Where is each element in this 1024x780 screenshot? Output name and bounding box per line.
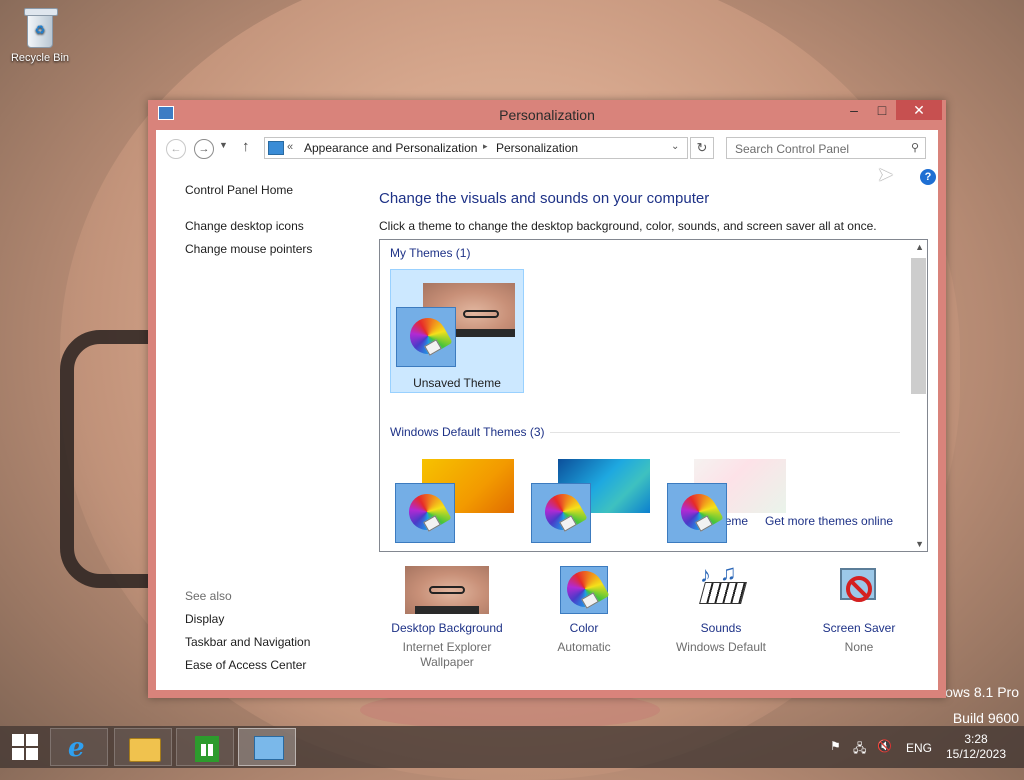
forward-button[interactable]: → — [194, 139, 214, 159]
start-icon[interactable] — [4, 732, 44, 762]
desktop-background-link[interactable]: Desktop Background — [377, 621, 517, 635]
color-setting[interactable]: Color Automatic — [514, 564, 654, 655]
see-also-header: See also — [185, 589, 232, 603]
clock-date: 15/12/2023 — [945, 747, 1007, 761]
personalization-window: Personalization – □ ✕ ← → ▼ ↑ « Appearan… — [148, 100, 946, 698]
refresh-button[interactable]: ↻ — [690, 137, 714, 159]
recycle-bin-icon: ♻ — [24, 8, 58, 48]
maximize-button[interactable]: □ — [868, 100, 896, 120]
my-themes-header[interactable]: My Themes (1) — [390, 246, 470, 260]
breadcrumb-personalization[interactable]: Personalization — [496, 141, 578, 155]
theme-tile-unsaved[interactable]: Unsaved Theme — [390, 269, 524, 393]
sounds-setting[interactable]: ♪ ♫ Sounds Windows Default — [651, 560, 791, 655]
desktop-background-thumb — [405, 566, 489, 614]
input-language-indicator[interactable]: ENG — [906, 741, 932, 755]
store-icon[interactable] — [176, 728, 234, 766]
color-swatch-icon — [395, 483, 455, 543]
color-swatch-icon — [560, 564, 610, 614]
theme-tile-flowers[interactable] — [662, 446, 796, 551]
network-icon[interactable]: 🖧 — [853, 739, 866, 760]
action-center-flag-icon[interactable]: ⚑ — [830, 739, 841, 753]
sounds-link[interactable]: Sounds — [651, 621, 791, 635]
screen-saver-setting[interactable]: Screen Saver None — [789, 566, 929, 655]
screen-saver-icon — [834, 566, 884, 614]
theme-list: My Themes (1) Unsaved Theme Save theme G… — [379, 239, 928, 552]
change-mouse-pointers-link[interactable]: Change mouse pointers — [185, 242, 312, 256]
taskbar-and-navigation-link[interactable]: Taskbar and Navigation — [185, 635, 310, 649]
scroll-up-icon[interactable]: ▲ — [915, 242, 924, 252]
color-swatch-icon — [667, 483, 727, 543]
screen-saver-value: None — [844, 640, 874, 654]
title-bar[interactable]: Personalization – □ ✕ — [148, 100, 946, 130]
desktop-icon-label: Recycle Bin — [10, 52, 70, 64]
search-box[interactable]: ⚲ — [726, 137, 926, 159]
color-link[interactable]: Color — [514, 621, 654, 635]
change-desktop-icons-link[interactable]: Change desktop icons — [185, 219, 304, 233]
chevron-down-icon[interactable]: ⌄ — [671, 141, 679, 152]
window-title: Personalization — [499, 107, 595, 123]
control-panel-icon[interactable] — [238, 728, 296, 766]
color-value: Automatic — [557, 640, 611, 654]
theme-label: Unsaved Theme — [413, 376, 501, 390]
control-panel-home-link[interactable]: Control Panel Home — [185, 183, 293, 197]
sounds-value: Windows Default — [675, 640, 767, 654]
volume-muted-icon[interactable]: 🔇 — [877, 739, 892, 753]
page-description: Click a theme to change the desktop back… — [379, 219, 877, 233]
recent-locations-chevron-icon[interactable]: ▼ — [219, 140, 228, 150]
taskbar: e ⚑ 🖧 🔇 ENG 3:28 15/12/2023 — [0, 726, 1024, 768]
group-divider — [550, 432, 900, 433]
mouse-cursor-icon: ➤ — [877, 164, 894, 186]
back-button[interactable]: ← — [166, 139, 186, 159]
desktop-icon-recycle-bin[interactable]: ♻ Recycle Bin — [6, 6, 74, 64]
clock-time: 3:28 — [964, 732, 988, 746]
clock[interactable]: 3:28 15/12/2023 — [942, 732, 1010, 762]
internet-explorer-icon[interactable]: e — [50, 728, 108, 766]
control-panel-icon — [268, 141, 284, 155]
breadcrumb-separator-icon[interactable]: ▸ — [483, 141, 488, 152]
up-button[interactable]: ↑ — [242, 138, 250, 155]
address-overflow[interactable]: « — [287, 141, 293, 153]
search-icon[interactable]: ⚲ — [911, 141, 919, 154]
ease-of-access-center-link[interactable]: Ease of Access Center — [185, 658, 306, 672]
minimize-button[interactable]: – — [840, 100, 868, 120]
color-swatch-icon — [531, 483, 591, 543]
default-themes-header[interactable]: Windows Default Themes (3) — [390, 425, 545, 439]
theme-tile-windows[interactable] — [390, 446, 524, 551]
os-watermark-edition: ows 8.1 Pro — [945, 684, 1019, 700]
address-bar[interactable]: « Appearance and Personalization ▸ Perso… — [264, 137, 688, 159]
window-client: ← → ▼ ↑ « Appearance and Personalization… — [156, 130, 938, 690]
breadcrumb-appearance[interactable]: Appearance and Personalization — [304, 141, 477, 155]
os-watermark-build: Build 9600 — [952, 710, 1019, 726]
scroll-down-icon[interactable]: ▼ — [915, 539, 924, 549]
display-link[interactable]: Display — [185, 612, 224, 626]
theme-tile-lines-and-colors[interactable] — [526, 446, 660, 551]
desktop-background-setting[interactable]: Desktop Background Internet Explorer Wal… — [377, 566, 517, 670]
sounds-icon: ♪ ♫ — [696, 560, 747, 614]
help-icon[interactable]: ? — [920, 169, 936, 185]
desktop-background-value: Internet Explorer Wallpaper — [402, 640, 492, 669]
screen-saver-link[interactable]: Screen Saver — [789, 621, 929, 635]
color-swatch-icon — [396, 307, 456, 367]
search-input[interactable] — [733, 141, 897, 157]
close-button[interactable]: ✕ — [896, 100, 942, 120]
scrollbar-thumb[interactable] — [911, 258, 926, 394]
file-explorer-icon[interactable] — [114, 728, 172, 766]
page-title: Change the visuals and sounds on your co… — [379, 190, 710, 207]
